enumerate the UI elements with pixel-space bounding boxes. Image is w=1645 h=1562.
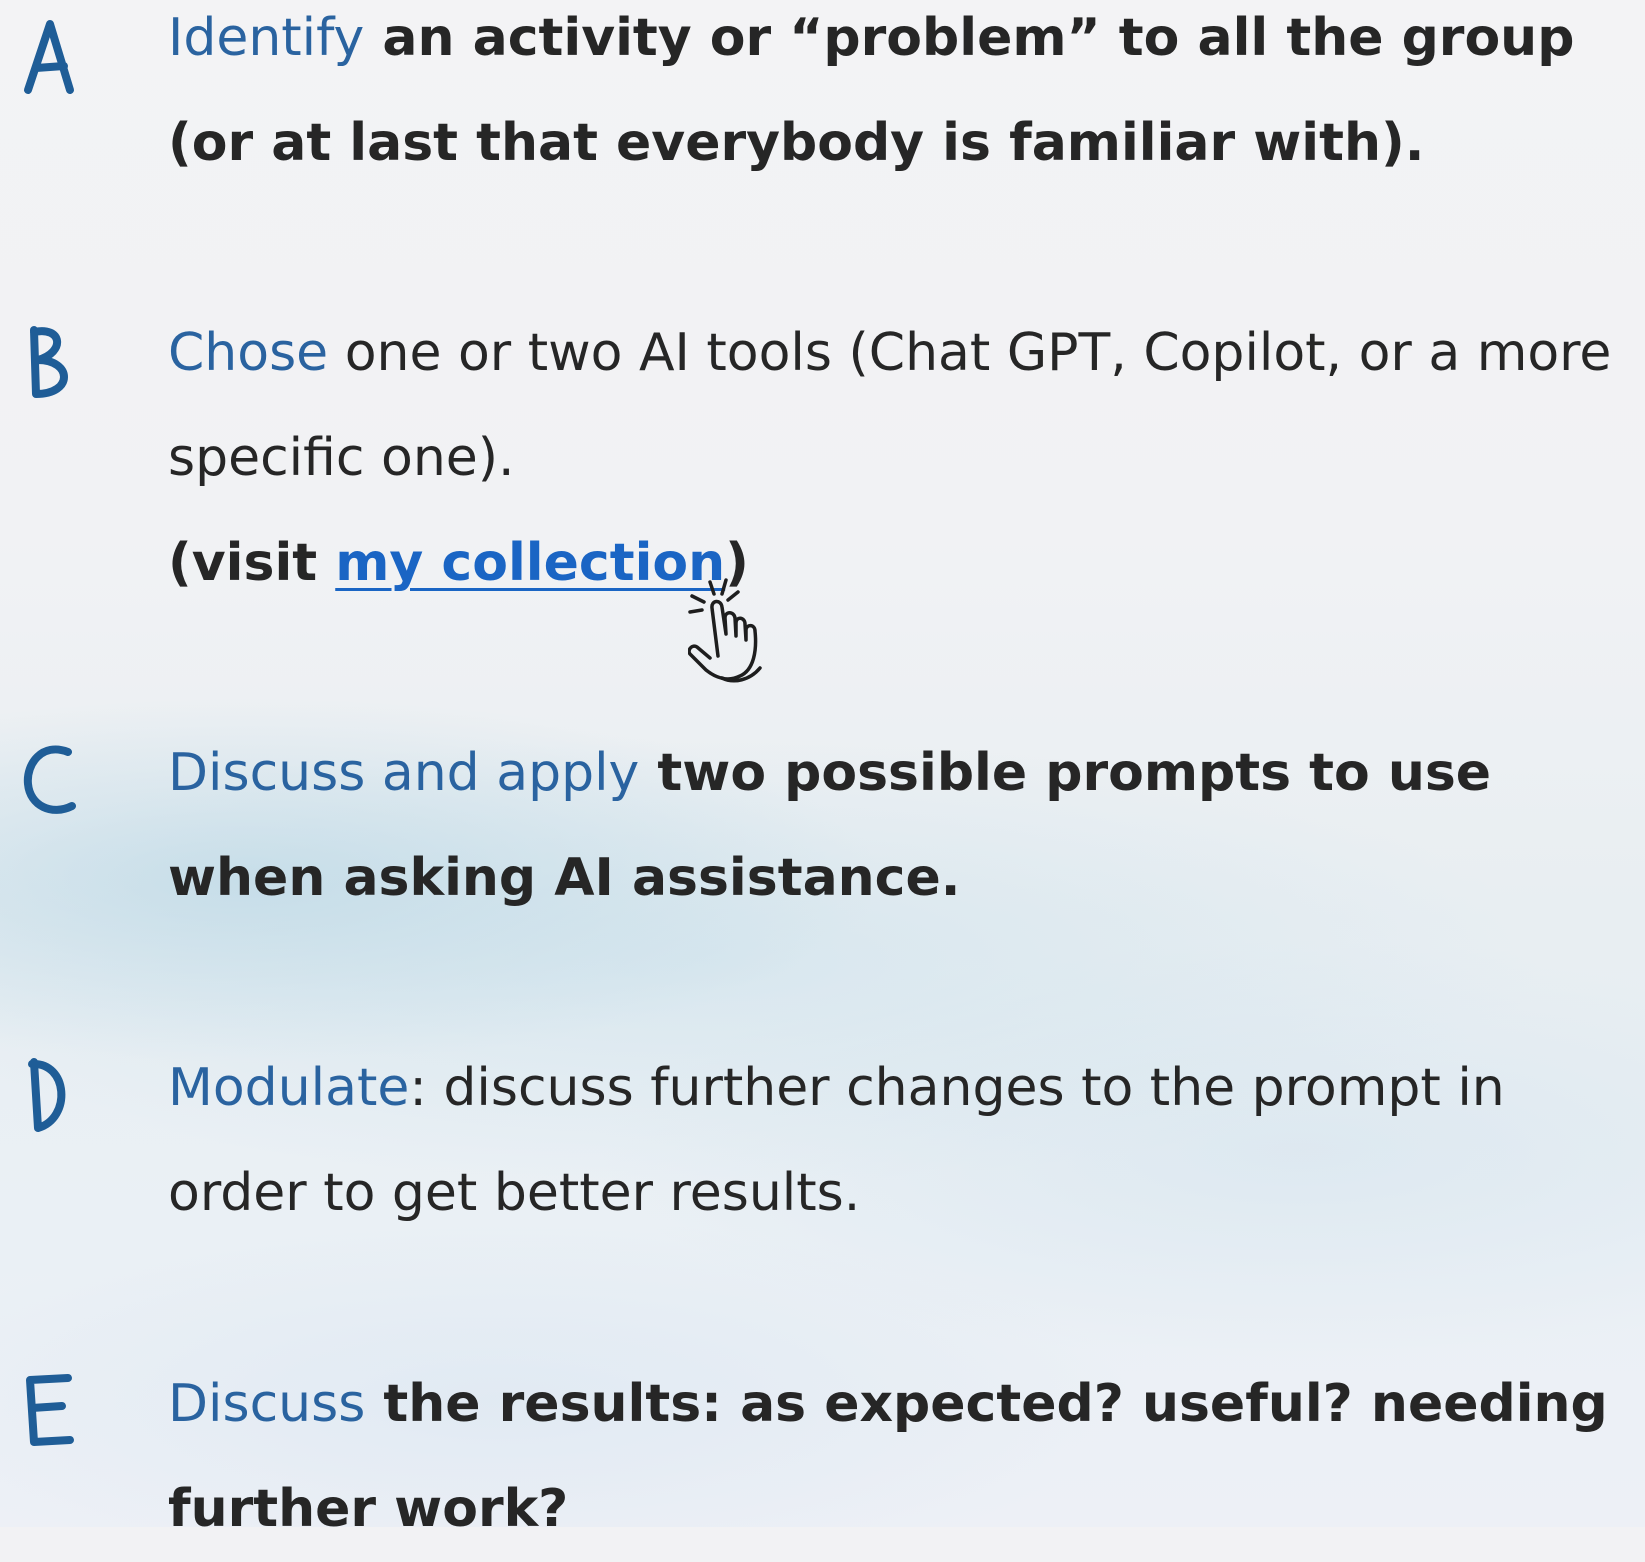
step-a-text: Identify an activity or “problem” to all…	[168, 0, 1628, 196]
letter-b-icon	[20, 322, 90, 402]
visit-prefix: (visit	[168, 533, 336, 593]
step-c-keyword: Discuss and apply	[168, 743, 640, 803]
step-e-text: Discuss the results: as expected? useful…	[168, 1352, 1628, 1562]
step-e-body: the results: as expected? useful? needin…	[168, 1374, 1608, 1539]
letter-e-icon	[20, 1370, 90, 1450]
step-b-text: Chose one or two AI tools (Chat GPT, Cop…	[168, 301, 1628, 511]
step-b-visit-line: (visit my collection)	[168, 511, 749, 616]
letter-c-icon	[20, 740, 90, 820]
step-d-text: Modulate: discuss further changes to the…	[168, 1036, 1628, 1246]
letter-a-icon	[20, 16, 90, 96]
pointing-hand-click-icon	[688, 578, 798, 688]
letter-d-icon	[20, 1056, 90, 1136]
step-d-keyword: Modulate	[168, 1058, 410, 1118]
step-e-keyword: Discuss	[168, 1374, 366, 1434]
step-b-body: one or two AI tools (Chat GPT, Copilot, …	[168, 323, 1612, 488]
step-a-body: an activity or “problem” to all the grou…	[168, 8, 1575, 173]
step-c-text: Discuss and apply two possible prompts t…	[168, 721, 1628, 931]
step-b-keyword: Chose	[168, 323, 329, 383]
my-collection-link[interactable]: my collection	[335, 533, 725, 593]
step-a-keyword: Identify	[168, 8, 365, 68]
